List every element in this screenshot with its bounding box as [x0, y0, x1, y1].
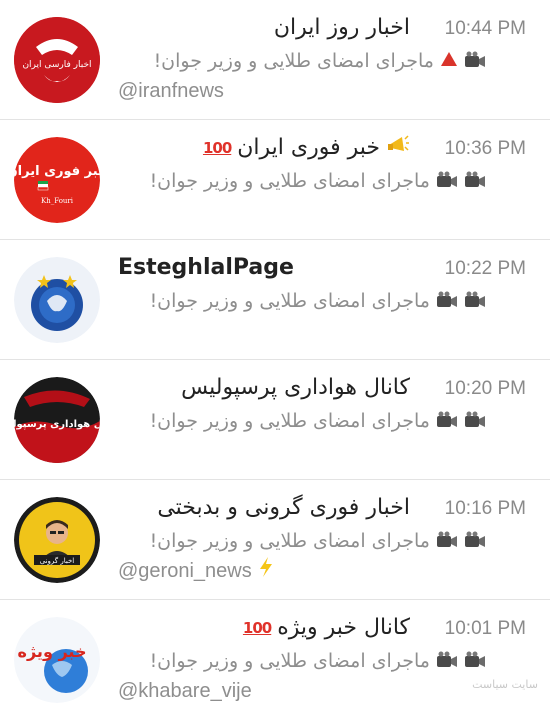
chat-preview: ماجرای امضای طلایی و وزیر جوان!	[150, 407, 486, 435]
chat-title-text: EsteghlalPage	[118, 255, 294, 280]
chat-handle[interactable]: @geroni_news	[118, 557, 274, 585]
avatar[interactable]: اخبار گرونی	[14, 497, 100, 583]
chat-time: 10:22 PM	[444, 258, 526, 279]
chat-title-text: کانال هواداری پرسپولیس	[181, 375, 410, 400]
chat-title: خبر فوری ایران 100	[203, 133, 410, 163]
chat-preview: ماجرای امضای طلایی و وزیر جوان!	[150, 287, 486, 315]
avatar[interactable]	[14, 257, 100, 343]
avatar-text: خبر فوری ایران	[14, 164, 100, 179]
video-camera-icon	[464, 411, 486, 431]
chat-time: 10:01 PM	[444, 618, 526, 639]
chat-row-geroni[interactable]: اخبار گرونی اخبار فوری گرونی و بدبختی 10…	[0, 480, 550, 600]
avatar-image: کانال هواداری پرسپولیس	[14, 377, 100, 463]
avatar-image: خبر فوری ایران Kh_Fouri	[14, 137, 100, 223]
megaphone-icon	[386, 133, 410, 164]
video-camera-icon	[464, 51, 486, 71]
chat-row-esteghlal[interactable]: EsteghlalPage 10:22 PM ماجرای امضای طلای…	[0, 240, 550, 360]
chat-list: اخبار فارسی ایران اخبار روز ایران 10:44 …	[0, 0, 550, 722]
hundred-points-icon: 100	[202, 139, 232, 157]
chat-title-text: اخبار فوری گرونی و بدبختی	[157, 495, 410, 520]
chat-title: کانال هواداری پرسپولیس	[181, 373, 410, 403]
chat-time: 10:20 PM	[444, 378, 526, 399]
chat-handle-text[interactable]: @geroni_news	[118, 557, 252, 585]
chat-time: 10:44 PM	[444, 18, 526, 39]
chat-title-text: اخبار روز ایران	[273, 15, 410, 40]
chat-row-iranfnews[interactable]: اخبار فارسی ایران اخبار روز ایران 10:44 …	[0, 0, 550, 120]
chat-time: 10:16 PM	[444, 498, 526, 519]
avatar-text: اخبار فارسی ایران	[22, 60, 91, 70]
avatar-subtext: Kh_Fouri	[41, 197, 74, 205]
lightning-icon	[258, 556, 274, 586]
chat-preview-text: ماجرای امضای طلایی و وزیر جوان!	[149, 530, 430, 552]
avatar[interactable]: کانال هواداری پرسپولیس	[14, 377, 100, 463]
watermark-text: سایت سیاست	[472, 678, 538, 691]
chat-title: اخبار فوری گرونی و بدبختی	[157, 493, 410, 523]
video-camera-icon	[464, 171, 486, 191]
hundred-points-icon: 100	[242, 619, 272, 637]
avatar-text: خبر ویژه	[18, 642, 87, 661]
chat-preview-text: ماجرای امضای طلایی و وزیر جوان!	[149, 290, 430, 312]
chat-preview: ماجرای امضای طلایی و وزیر جوان!	[154, 47, 486, 75]
video-camera-icon	[436, 651, 458, 671]
video-camera-icon	[436, 291, 458, 311]
watermark: سایت سیاست	[466, 678, 544, 718]
chat-title-text: خبر فوری ایران	[237, 135, 380, 160]
chat-title-text: کانال خبر ویژه	[277, 615, 410, 640]
avatar-image	[14, 257, 100, 343]
chat-preview-text: ماجرای امضای طلایی و وزیر جوان!	[153, 50, 434, 72]
chat-row-khabar-fouri[interactable]: خبر فوری ایران Kh_Fouri خبر فوری ایران 1…	[0, 120, 550, 240]
avatar[interactable]: خبر ویژه	[14, 617, 100, 703]
chat-title: EsteghlalPage	[118, 253, 294, 283]
chat-preview-text: ماجرای امضای طلایی و وزیر جوان!	[149, 650, 430, 672]
video-camera-icon	[436, 411, 458, 431]
chat-preview: ماجرای امضای طلایی و وزیر جوان!	[150, 647, 486, 675]
video-camera-icon	[464, 531, 486, 551]
video-camera-icon	[436, 171, 458, 191]
chat-handle[interactable]: @iranfnews	[118, 77, 224, 105]
chat-time: 10:36 PM	[444, 138, 526, 159]
avatar-image: خبر ویژه	[14, 617, 100, 703]
video-camera-icon	[464, 651, 486, 671]
chat-preview-text: ماجرای امضای طلایی و وزیر جوان!	[149, 410, 430, 432]
chat-row-perspolis[interactable]: کانال هواداری پرسپولیس کانال هواداری پرس…	[0, 360, 550, 480]
avatar-image: اخبار گرونی	[14, 497, 100, 583]
avatar-text: اخبار گرونی	[40, 556, 75, 565]
avatar-image: اخبار فارسی ایران	[14, 17, 100, 103]
avatar[interactable]: اخبار فارسی ایران	[14, 17, 100, 103]
red-triangle-icon	[440, 47, 458, 75]
avatar-text: کانال هواداری پرسپولیس	[14, 419, 100, 430]
video-camera-icon	[464, 291, 486, 311]
video-camera-icon	[436, 531, 458, 551]
avatar[interactable]: خبر فوری ایران Kh_Fouri	[14, 137, 100, 223]
chat-handle[interactable]: @khabare_vije	[118, 677, 252, 705]
chat-preview: ماجرای امضای طلایی و وزیر جوان!	[150, 527, 486, 555]
chat-preview: ماجرای امضای طلایی و وزیر جوان!	[150, 167, 486, 195]
chat-preview-text: ماجرای امضای طلایی و وزیر جوان!	[149, 170, 430, 192]
chat-title: اخبار روز ایران	[274, 13, 410, 43]
chat-title: کانال خبر ویژه 100	[243, 613, 410, 643]
